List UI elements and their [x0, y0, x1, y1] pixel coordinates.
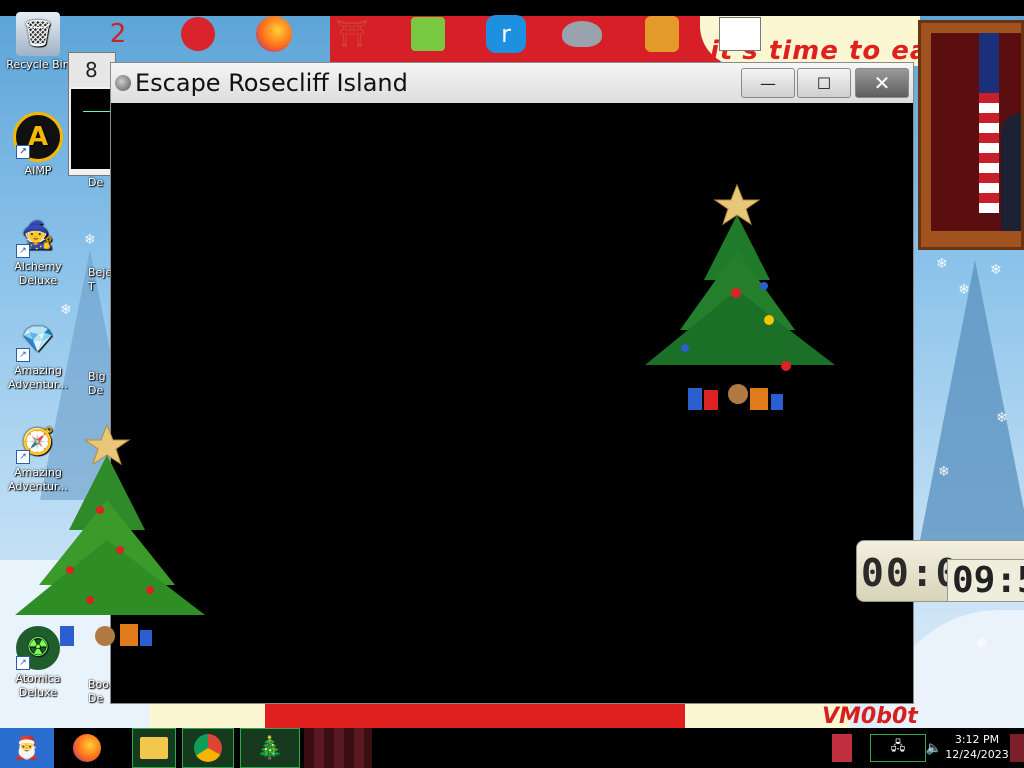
person-silhouette — [1001, 113, 1021, 231]
desktop-icon-label: Amazing Adventur... — [8, 364, 68, 391]
christmas-tree-icon[interactable] — [640, 180, 840, 420]
taskbar-christmas-tree-button[interactable]: 🎄 — [240, 728, 300, 768]
desktop-icon-partial[interactable]: Boo De — [88, 678, 110, 706]
desktop-icon-partial[interactable]: Beje T — [88, 266, 110, 294]
digital-clock-widget[interactable]: 00:0 09:5 — [856, 540, 1024, 602]
desktop-icon-recycle-bin[interactable]: 🗑 Recycle Bin — [2, 12, 74, 72]
background-window[interactable]: 8 — [68, 52, 116, 176]
taskbar-file-explorer-button[interactable] — [132, 728, 176, 768]
app-icon[interactable] — [115, 75, 131, 91]
maximize-icon: ☐ — [816, 73, 832, 93]
shortcut-arrow-icon: ↗ — [16, 348, 30, 362]
gem-compass-icon: 💎 ↗ — [16, 318, 60, 362]
close-icon: ✕ — [873, 71, 891, 95]
christmas-tree-icon[interactable] — [10, 420, 210, 660]
number-two-icon[interactable]: 2 — [96, 12, 140, 56]
maximize-button[interactable]: ☐ — [797, 68, 851, 98]
snowflake-icon: ❄ — [936, 256, 948, 272]
clock-digits-overlay: 09:5 — [947, 559, 1024, 601]
desktop-icon-label: Alchemy Deluxe — [14, 260, 62, 287]
taskbar-time: 3:12 PM — [954, 733, 1000, 746]
minimize-button[interactable]: — — [741, 68, 795, 98]
snowflake-icon: ❄ — [958, 282, 970, 298]
snowflake-icon: ❄ — [996, 410, 1008, 426]
backpack-icon[interactable] — [640, 12, 684, 56]
file-explorer-icon — [140, 737, 168, 759]
christmas-tree-icon: 🎄 — [256, 735, 284, 761]
wallpaper-pine-tree — [920, 260, 1024, 540]
desktop-icon-label: Big De — [88, 370, 106, 397]
taskbar-clock[interactable]: 3:12 PM 12/24/2023 — [944, 732, 1010, 762]
minimize-icon: — — [760, 73, 776, 93]
desktop-icon-label: Boo De — [88, 678, 110, 705]
aimp-glyph: A — [27, 122, 49, 152]
shortcut-arrow-icon: ↗ — [16, 244, 30, 258]
wizard-glyph: 🧙 — [21, 221, 55, 251]
snowflake-icon: ❄ — [60, 302, 72, 318]
taskbar-chrome-button[interactable] — [182, 728, 234, 768]
document-window-icon[interactable] — [718, 12, 762, 56]
realplayer-icon[interactable]: r — [484, 12, 528, 56]
desktop-icon-alchemy-deluxe[interactable]: 🧙 ↗ Alchemy Deluxe — [2, 214, 74, 288]
show-desktop-button[interactable] — [1010, 734, 1024, 762]
wallpaper-bottom-red — [265, 700, 685, 728]
desktop-icon-label: Atomica Deluxe — [15, 672, 61, 699]
framed-picture-image — [931, 33, 1021, 231]
gem-glyph: 💎 — [21, 325, 55, 355]
clock-digits: 00:0 — [861, 551, 961, 595]
desktop-icon-label: Recycle Bin — [6, 58, 70, 71]
taskbar-firefox-button[interactable] — [64, 728, 110, 768]
shortcut-arrow-icon: ↗ — [16, 145, 30, 159]
wallpaper-watermark: VM0b0t — [822, 704, 918, 729]
red-creature-icon[interactable] — [176, 12, 220, 56]
desktop-icon-partial[interactable]: De — [88, 176, 110, 190]
window-titlebar[interactable]: Escape Rosecliff Island — ☐ ✕ — [111, 63, 913, 103]
santa-icon: 🎅 — [13, 735, 41, 761]
close-button[interactable]: ✕ — [855, 68, 909, 98]
tray-network-icon[interactable]: 🖧 — [870, 734, 926, 762]
taskbar-app-button[interactable] — [304, 728, 372, 768]
snowflake-icon: ❄ — [976, 636, 988, 652]
shark-icon[interactable] — [560, 12, 604, 56]
framed-picture — [918, 20, 1024, 250]
wizard-icon: 🧙 ↗ — [16, 214, 60, 258]
aimp-icon: A ↗ — [13, 112, 63, 162]
firefox-shortcut-icon[interactable] — [252, 12, 296, 56]
desktop-icon-label: Beje T — [88, 266, 110, 293]
torii-gate-icon[interactable]: ⛩ — [330, 12, 374, 56]
background-window-line — [83, 111, 113, 112]
desktop-icon-amazing-adventures-1[interactable]: 💎 ↗ Amazing Adventur... — [2, 318, 74, 392]
recycle-bin-icon: 🗑 — [16, 12, 60, 56]
snowflake-icon: ❄ — [938, 464, 950, 480]
desktop-icon-label: AIMP — [24, 164, 52, 177]
snowflake-icon: ❄ — [990, 262, 1002, 278]
frog-note-icon[interactable] — [406, 12, 450, 56]
snowflake-icon: ❄ — [84, 232, 96, 248]
flag-canton — [979, 33, 999, 93]
desktop-icon-partial[interactable]: Big De — [88, 370, 110, 398]
chrome-icon — [194, 734, 222, 762]
taskbar-date: 12/24/2023 — [945, 748, 1009, 761]
start-button[interactable]: 🎅 — [0, 728, 54, 768]
network-icon: 🖧 — [890, 739, 906, 754]
background-window-title: 8 — [69, 53, 115, 87]
firefox-icon — [73, 734, 101, 762]
desktop-icon-aimp[interactable]: A ↗ AIMP — [2, 112, 74, 178]
desktop-icon-label: De — [88, 176, 104, 189]
tray-volume-icon[interactable]: 🔈 — [926, 734, 942, 762]
window-title: Escape Rosecliff Island — [135, 69, 408, 97]
background-window-body — [71, 89, 115, 169]
tray-flag-icon[interactable] — [832, 734, 852, 762]
volume-icon: 🔈 — [925, 740, 943, 756]
